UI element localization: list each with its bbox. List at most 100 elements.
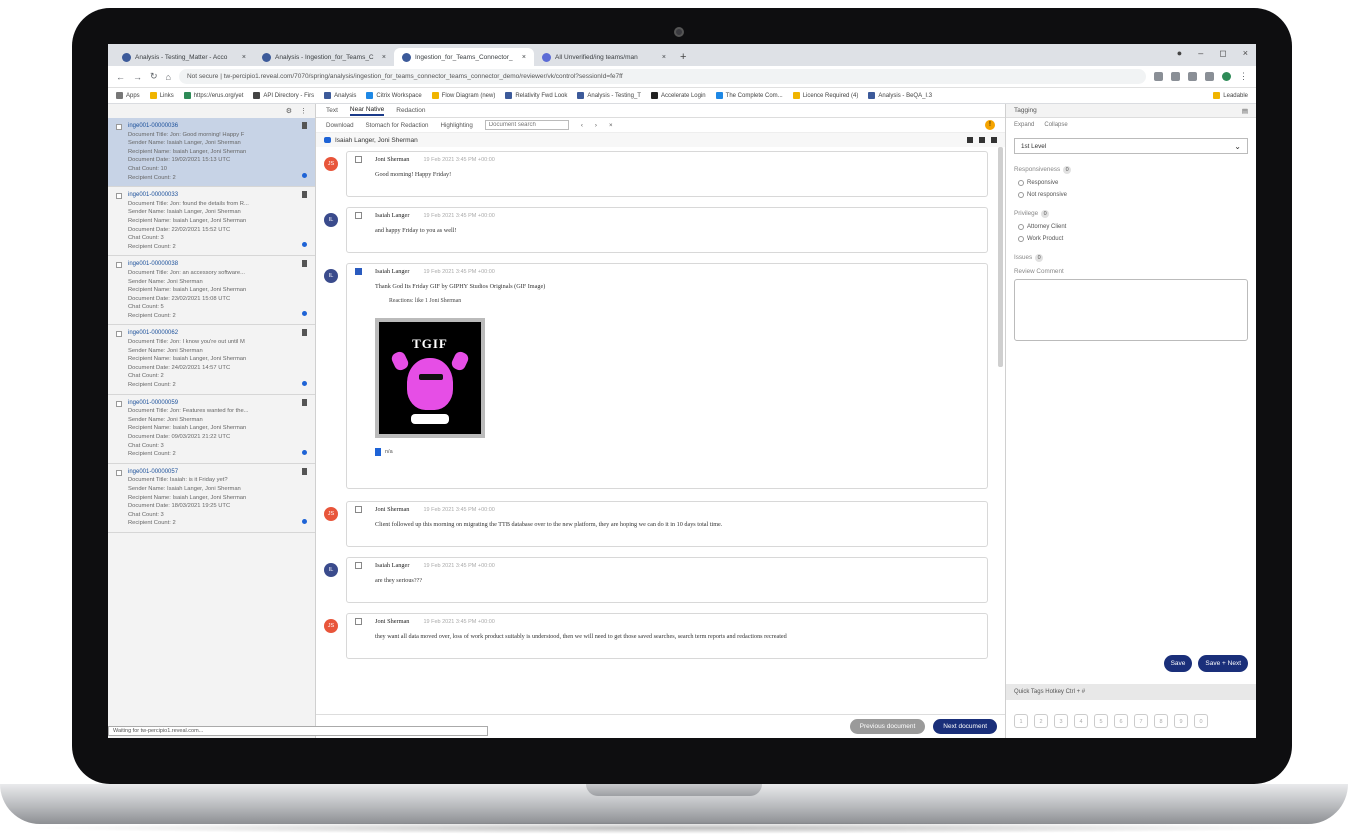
bookmark-item[interactable]: Accelerate Login [650,92,706,99]
document-list-item[interactable]: inge001-00000057 Document Title: Isaiah:… [108,464,315,533]
tagging-title[interactable]: Tagging [1014,107,1037,114]
message-checkbox[interactable] [355,506,362,513]
maximize-icon[interactable]: ◻ [1219,48,1226,59]
browser-tab[interactable]: Analysis - Ingestion_for_Teams_C × [254,48,394,66]
quick-tag-key[interactable]: 2 [1034,714,1048,728]
quick-tag-key[interactable]: 5 [1094,714,1108,728]
message-checkbox[interactable] [355,268,362,275]
collapse-link[interactable]: Collapse [1044,122,1067,128]
extension-icon[interactable] [1188,72,1197,81]
bookmark-item[interactable]: Analysis - Testing_T [577,92,641,99]
checkbox-attorney-client[interactable]: Attorney Client [1018,224,1248,230]
download-button[interactable]: Download [326,122,354,129]
bookmark-item[interactable]: Links [149,92,174,99]
close-icon[interactable]: × [522,54,526,61]
quick-tag-key[interactable]: 7 [1134,714,1148,728]
bookmark-item[interactable]: Apps [116,92,140,99]
radio-responsive[interactable]: Responsive [1018,180,1248,186]
print-icon[interactable] [979,137,985,143]
document-list-item[interactable]: inge001-00000033 Document Title: Jon: fo… [108,187,315,257]
profile-avatar-icon[interactable] [1222,72,1231,81]
quick-tag-key[interactable]: 6 [1114,714,1128,728]
more-icon[interactable]: ⋮ [300,107,307,115]
home-icon[interactable]: ⌂ [166,72,171,82]
radio-not-responsive[interactable]: Not responsive [1018,192,1248,198]
save-next-button[interactable]: Save + Next [1198,655,1248,672]
close-icon[interactable]: × [382,54,386,61]
document-list-item[interactable]: inge001-00000059 Document Title: Jon: Fe… [108,395,315,464]
quick-tag-key[interactable]: 3 [1054,714,1068,728]
bookmark-item[interactable]: Relativity Fwd Look [505,92,567,99]
delete-icon[interactable] [302,329,307,337]
message-checkbox[interactable] [355,212,362,219]
quick-tag-key[interactable]: 4 [1074,714,1088,728]
minimize-icon[interactable]: – [1198,48,1203,59]
delete-icon[interactable] [302,398,307,406]
document-search-input[interactable] [484,120,569,130]
reading-list[interactable]: Leadable [1213,92,1248,99]
scrollbar[interactable] [998,147,1003,367]
document-list-item[interactable]: inge001-00000036 Document Title: Jon: Go… [108,118,315,188]
new-tab-button[interactable]: + [674,51,692,66]
settings-icon[interactable]: ⚙ [286,107,292,115]
bookmark-item[interactable]: Flow Diagram (new) [431,92,495,99]
browser-tab[interactable]: All Unverified/ing teams/man × [534,48,674,66]
bookmark-item[interactable]: https://erus.org/yet [183,92,243,99]
back-icon[interactable]: ← [116,72,125,82]
bookmark-item[interactable]: Analysis [324,92,356,99]
quick-tag-key[interactable]: 1 [1014,714,1028,728]
quick-tag-key[interactable]: 8 [1154,714,1168,728]
issues-section[interactable]: Issues 0 [1014,254,1248,262]
message-checkbox[interactable] [355,156,362,163]
panel-menu-icon[interactable]: ▤ [1242,107,1248,115]
message-checkbox[interactable] [355,618,362,625]
bookmark-item[interactable]: Analysis - BeQA_I.3 [868,92,932,99]
delete-icon[interactable] [302,191,307,199]
close-icon[interactable]: × [662,54,666,61]
delete-icon[interactable] [302,467,307,475]
expand-link[interactable]: Expand [1014,122,1034,128]
redaction-button[interactable]: Stomach for Redaction [366,122,429,129]
document-checkbox[interactable] [116,262,122,269]
bookmark-item[interactable]: The Complete Com... [715,92,783,99]
delete-icon[interactable] [302,260,307,268]
review-level-select[interactable]: 1st Level ⌄ [1014,138,1248,154]
document-checkbox[interactable] [116,193,122,200]
document-checkbox[interactable] [116,400,122,407]
more-icon[interactable] [991,137,997,143]
bookmark-item[interactable]: Citrix Workspace [366,92,422,99]
highlighting-dropdown[interactable]: Highlighting [440,122,472,129]
extension-icon[interactable] [1154,72,1163,81]
document-checkbox[interactable] [116,124,122,130]
quick-tag-key[interactable]: 0 [1194,714,1208,728]
attachment-chip[interactable]: n/a [375,448,979,456]
document-list-item[interactable]: inge001-00000062 Document Title: Jon: I … [108,325,315,395]
review-comment-textarea[interactable] [1014,279,1248,341]
previous-document-button[interactable]: Previous document [849,719,926,734]
extension-icon[interactable] [1205,72,1214,81]
browser-tab[interactable]: Analysis - Testing_Matter - Acco × [114,48,254,66]
url-field[interactable]: Not secure | tw-percipio1.reveal.com/707… [178,69,1146,84]
tab-near-native[interactable]: Near Native [349,106,385,116]
document-checkbox[interactable] [116,331,122,338]
close-icon[interactable]: × [242,54,246,61]
menu-icon[interactable]: ⋮ [1239,71,1248,82]
delete-icon[interactable] [302,122,307,129]
bookmark-item[interactable]: API Directory - Firs [253,92,314,99]
warning-icon[interactable]: ! [985,120,995,130]
reload-icon[interactable]: ↻ [150,71,158,82]
tab-text[interactable]: Text [326,107,338,114]
quick-tag-key[interactable]: 9 [1174,714,1188,728]
save-button[interactable]: Save [1163,655,1193,672]
document-checkbox[interactable] [116,469,122,476]
next-document-button[interactable]: Next document [933,719,997,734]
checkbox-work-product[interactable]: Work Product [1018,236,1248,242]
message-checkbox[interactable] [355,562,362,569]
bookmark-item[interactable]: Licence Required (4) [792,92,858,99]
document-list-item[interactable]: inge001-00000038 Document Title: Jon: an… [108,256,315,326]
forward-icon[interactable]: → [133,72,142,82]
close-window-icon[interactable]: × [1243,48,1248,59]
privilege-section[interactable]: Privilege 0 [1014,210,1248,218]
tgif-gif-image[interactable]: TGIF [375,318,485,438]
bookmark-star-icon[interactable] [1171,72,1180,81]
